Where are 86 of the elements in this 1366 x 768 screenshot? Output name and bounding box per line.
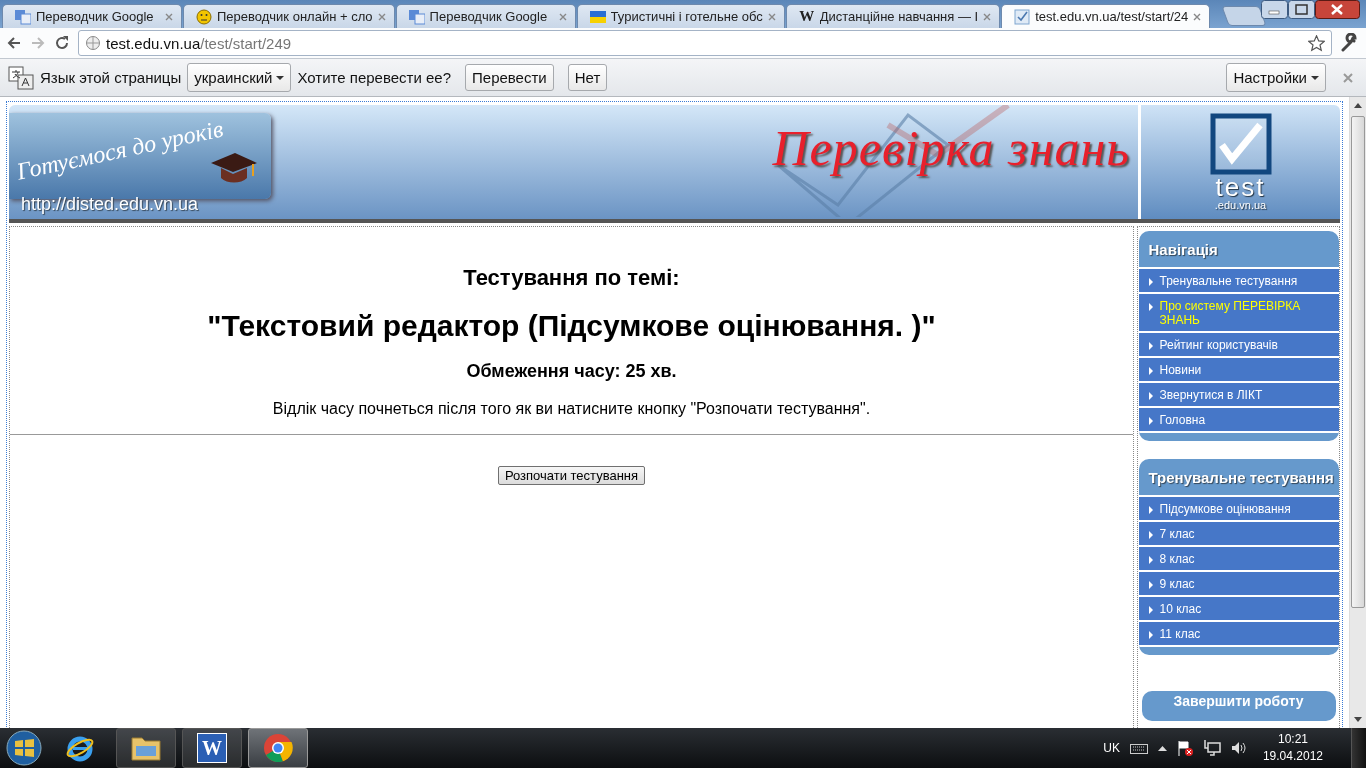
sidebar-link[interactable]: Головна (1138, 408, 1339, 433)
keyboard-icon[interactable] (1129, 742, 1148, 754)
language-indicator[interactable]: UK (1103, 741, 1120, 755)
network-icon[interactable] (1202, 740, 1221, 756)
sidebar-link[interactable]: Звернутися в ЛІКТ (1138, 383, 1339, 408)
translate-question: Хотите перевести ее? (297, 69, 451, 86)
triangle-icon (1148, 303, 1153, 311)
triangle-icon (1148, 392, 1153, 400)
wrench-icon[interactable] (1340, 33, 1360, 53)
browser-tab[interactable]: Переводчик Google (395, 4, 576, 28)
time-limit: Обмеження часу: 25 хв. (465, 361, 678, 382)
clock-date[interactable]: 19.04.2012 (1262, 748, 1323, 765)
minimize-icon[interactable] (1261, 0, 1288, 19)
translate-button[interactable]: Нет (567, 64, 608, 91)
test-topic: "Текстовий редактор (Підсумкове оцінювання. )" (206, 309, 937, 343)
translate-icon (8, 65, 34, 90)
flag-icon (589, 10, 606, 23)
translate-button[interactable]: Перевести (465, 64, 554, 91)
site-title: Перевірка знань (772, 119, 1130, 177)
wiki-icon: W (798, 8, 815, 25)
triangle-icon (1148, 581, 1153, 589)
taskbar-app[interactable] (116, 728, 176, 768)
scroll-down-icon[interactable] (1354, 717, 1362, 722)
document-w-icon: W (197, 733, 227, 763)
smiley-icon (196, 8, 212, 25)
taskbar-app[interactable] (248, 728, 308, 768)
triangle-icon (1148, 342, 1153, 350)
site-motto: Готуємося до уроків (14, 115, 226, 186)
sidebar-link[interactable]: 9 клас (1138, 572, 1339, 597)
chrome-icon (263, 733, 293, 763)
globe-icon (85, 35, 101, 51)
triangle-icon (1148, 417, 1153, 425)
volume-icon[interactable] (1230, 740, 1247, 756)
timer-note: Відлік часу почнеться після того як ви натисните кнопку "Розпочати тестування". (271, 400, 872, 418)
taskbar-app[interactable]: W (182, 728, 242, 768)
clock-time[interactable]: 10:21 (1277, 731, 1308, 748)
close-icon[interactable] (1315, 0, 1360, 19)
caret-icon (276, 75, 285, 80)
sidebar-link[interactable]: 11 клас (1138, 622, 1339, 647)
show-desktop-button[interactable] (1351, 728, 1366, 768)
test-heading: Тестування по темі: (462, 265, 681, 291)
sidebar-link[interactable]: Новини (1138, 358, 1339, 383)
triangle-icon (1148, 631, 1153, 639)
language-dropdown[interactable]: украинский (187, 63, 292, 92)
url-host: test.edu.vn.ua (106, 34, 201, 52)
address-bar[interactable]: test.edu.vn.ua/test/start/249 (78, 30, 1332, 56)
sidebar-link[interactable]: Тренувальне тестування (1138, 269, 1339, 294)
triangle-icon (1148, 556, 1153, 564)
translate-icon (408, 8, 425, 25)
caret-icon (1311, 75, 1319, 80)
logo-domain: .edu.vn.ua (1214, 199, 1267, 211)
scroll-up-icon[interactable] (1354, 103, 1362, 108)
triangle-icon (1148, 606, 1153, 614)
triangle-icon (1148, 278, 1153, 286)
sidebar-link[interactable]: Про систему ПЕРЕВІРКА ЗНАНЬ (1138, 294, 1339, 333)
start-icon[interactable] (4, 728, 44, 768)
triangle-icon (1148, 506, 1153, 514)
site-url: http://disted.edu.vn.ua (21, 194, 199, 215)
maximize-icon[interactable] (1288, 0, 1315, 19)
sidebar-link[interactable]: 7 клас (1138, 522, 1339, 547)
scrollbar-thumb[interactable] (1351, 116, 1365, 608)
sidebar-link[interactable]: 8 клас (1138, 547, 1339, 572)
back-icon[interactable] (6, 35, 22, 51)
flag-icon[interactable] (1176, 740, 1193, 756)
reload-icon[interactable] (54, 35, 70, 51)
browser-tab[interactable]: Туристичні і готельне обс (576, 4, 785, 28)
logo-word: test (1215, 175, 1266, 199)
folder-icon (130, 734, 162, 762)
url-path: /test/start/249 (200, 34, 292, 52)
translate-icon (15, 8, 31, 25)
start-test-button[interactable]: Розпочати тестування (497, 466, 646, 485)
browser-tab[interactable]: Переводчик онлайн + сло (183, 4, 395, 28)
sidebar-link[interactable]: Рейтинг користувачів (1138, 333, 1339, 358)
browser-tab[interactable]: test.edu.vn.ua/test/start/24 (1001, 4, 1211, 28)
check-logo-icon (1209, 113, 1272, 175)
sidebar-link[interactable]: 10 клас (1138, 597, 1339, 622)
sidebar-link[interactable]: Підсумкове оцінювання (1138, 497, 1339, 522)
options-dropdown[interactable]: Настройки (1226, 63, 1326, 92)
browser-tab[interactable]: Переводчик Google (2, 4, 182, 28)
star-icon[interactable] (1308, 34, 1325, 52)
up-arrow-icon[interactable] (1157, 745, 1167, 751)
check-icon (1014, 8, 1031, 25)
triangle-icon (1148, 531, 1153, 539)
triangle-icon (1148, 367, 1153, 375)
browser-tab[interactable]: W Дистанційне навчання — І (785, 4, 1001, 28)
translate-prompt: Язык этой страницы (40, 69, 182, 86)
